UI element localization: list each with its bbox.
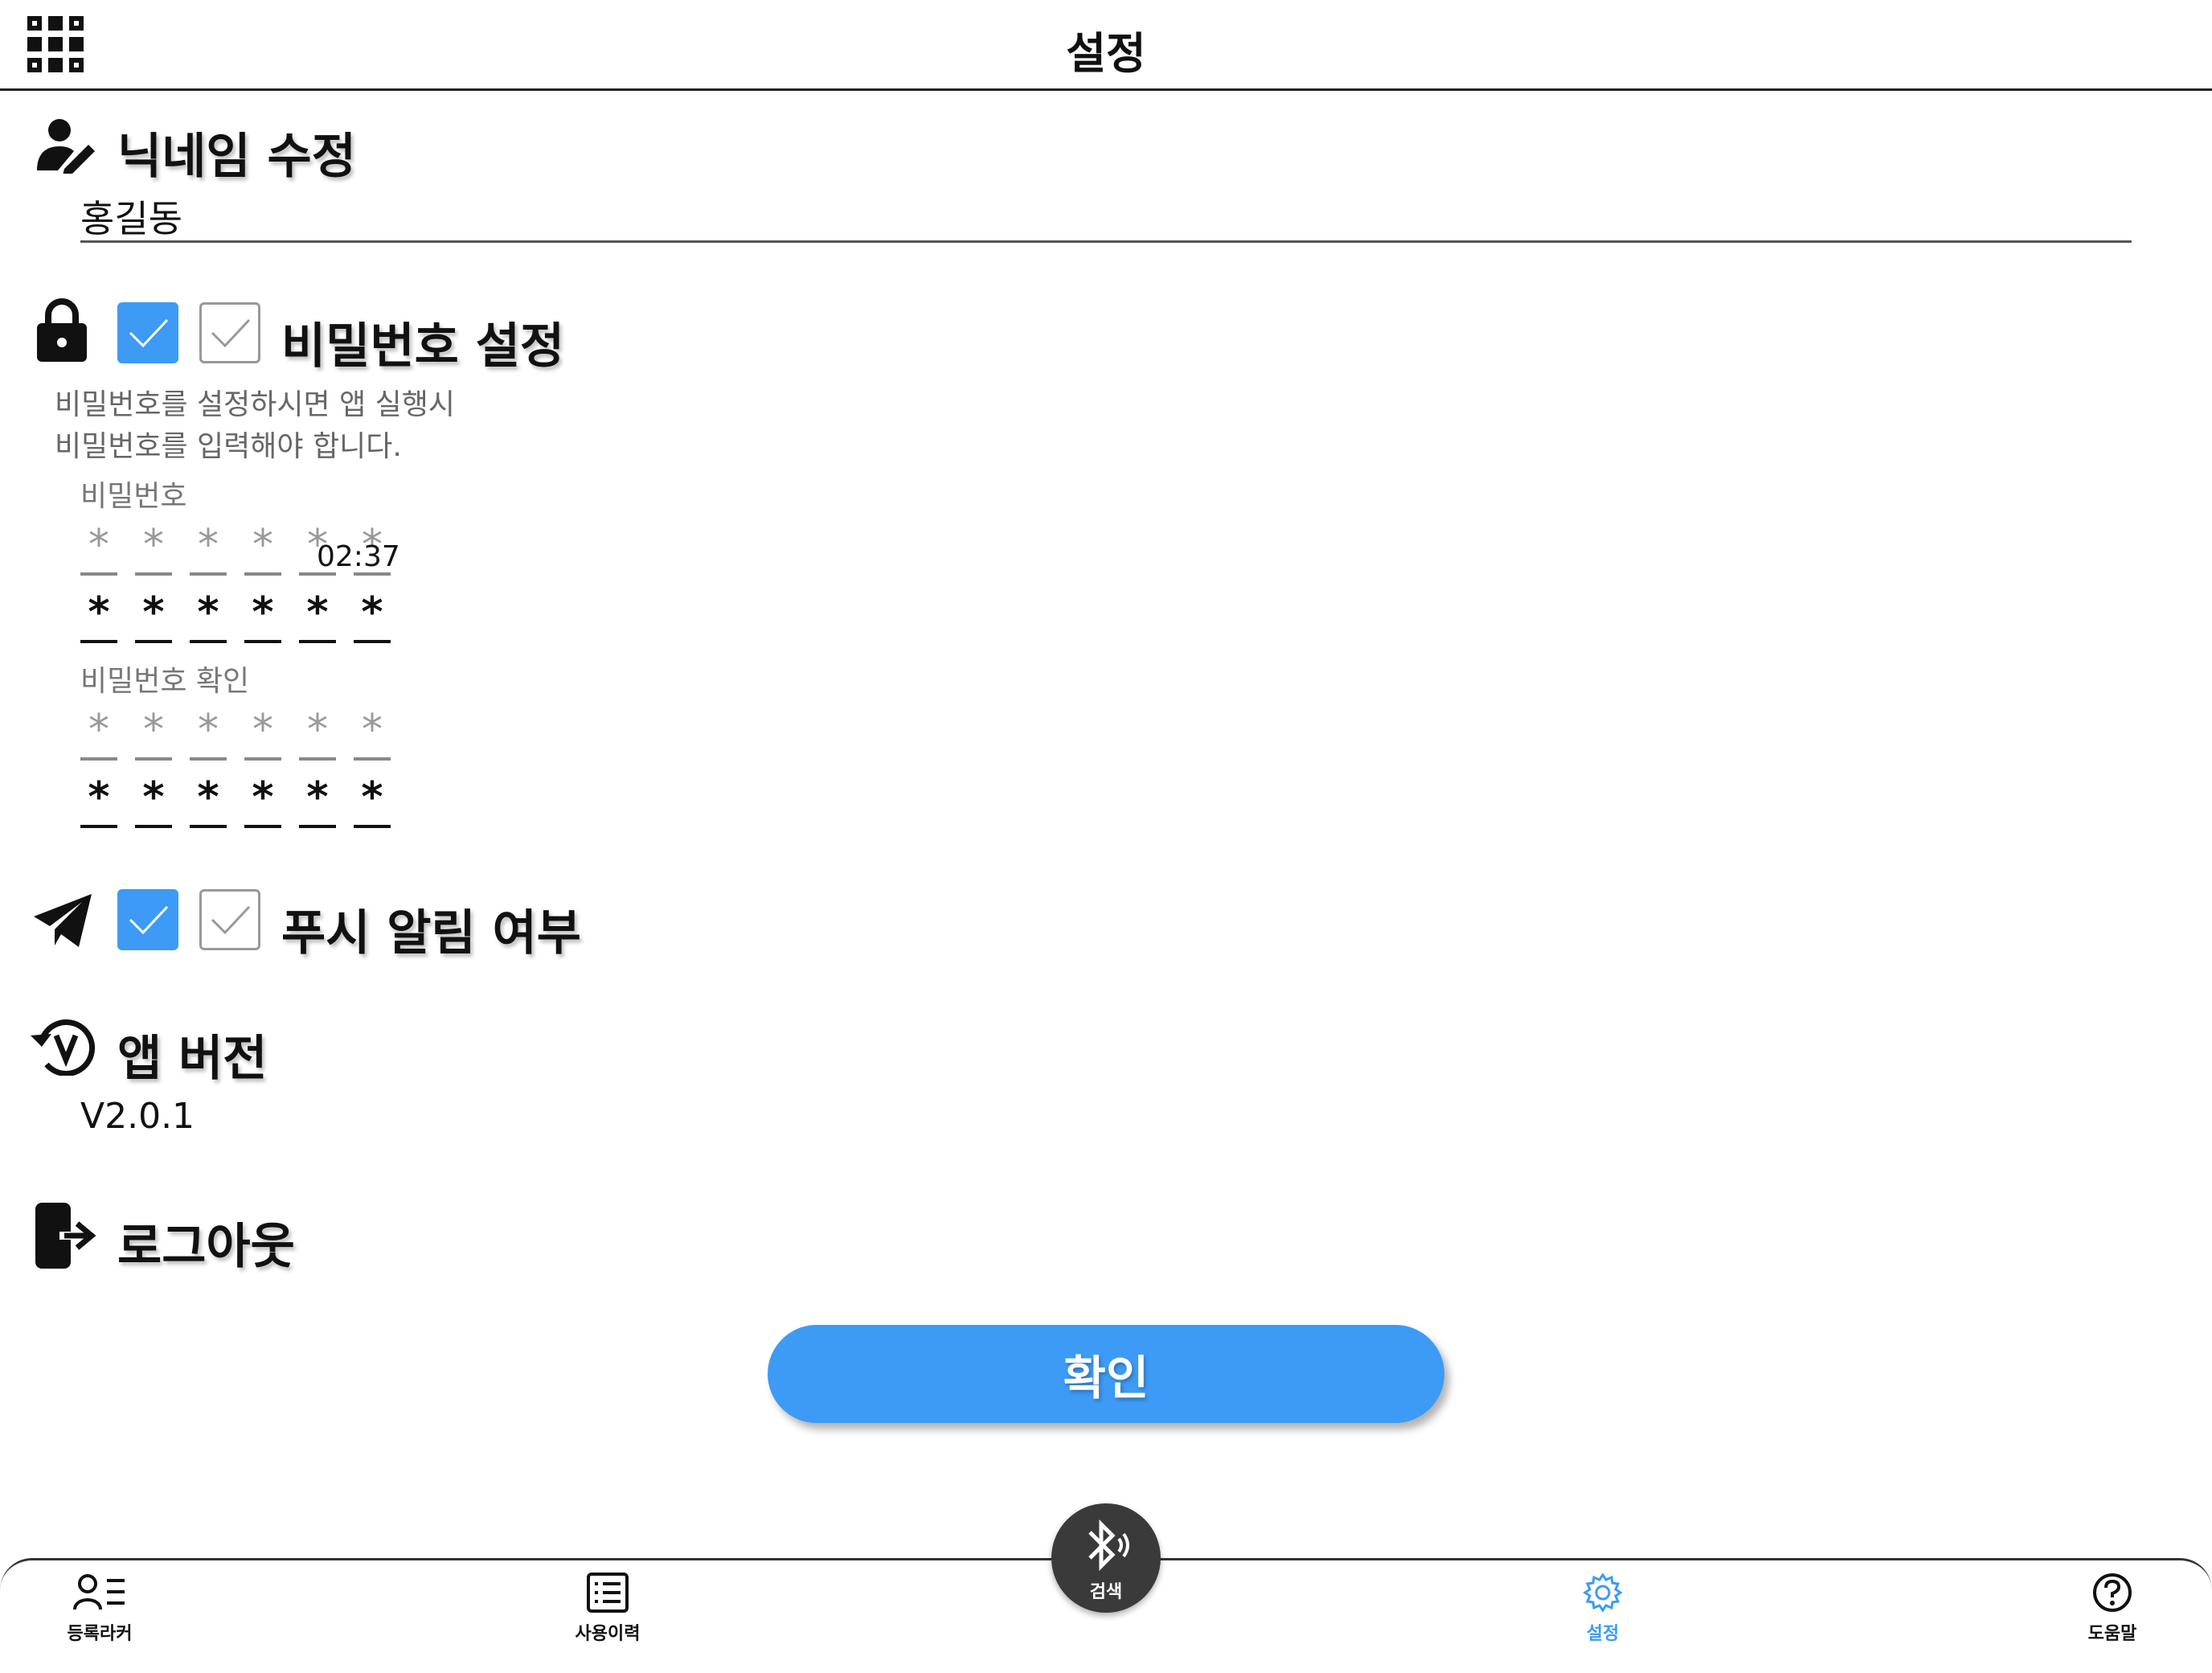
password-confirm-digit[interactable]: * <box>80 707 117 752</box>
digit-underline <box>80 757 117 761</box>
digit-underline <box>354 757 391 761</box>
check-icon <box>211 318 251 348</box>
digit-underline <box>80 640 117 643</box>
digit-underline <box>244 640 281 643</box>
digit-underline <box>190 825 227 828</box>
app-version-value: V2.0.1 <box>80 1096 195 1137</box>
digit-underline <box>135 640 172 643</box>
digit-underline <box>299 640 336 643</box>
password-confirm-digit[interactable]: * <box>190 775 227 820</box>
password-digit[interactable]: * <box>354 590 391 635</box>
page-title: 설정 <box>1066 28 1146 79</box>
password-digit[interactable]: * <box>80 590 117 635</box>
nav-label: 도움말 <box>2087 1624 2137 1644</box>
user-list-icon <box>73 1574 125 1610</box>
password-digit[interactable]: * <box>299 590 336 635</box>
password-confirm-digit[interactable]: * <box>135 707 172 752</box>
help-circle-icon <box>2093 1573 2132 1612</box>
digit-underline <box>190 640 227 643</box>
nav-label: 등록라커 <box>67 1624 133 1644</box>
confirm-button-label: 확인 <box>1063 1351 1149 1405</box>
password-confirm-digit[interactable]: * <box>354 775 391 820</box>
password-confirm-digit[interactable]: * <box>299 707 336 752</box>
bluetooth-icon <box>1088 1519 1129 1572</box>
nav-label: 사용이력 <box>575 1624 641 1644</box>
digit-underline <box>190 572 227 576</box>
confirm-button[interactable]: 확인 <box>768 1325 1444 1423</box>
check-icon <box>211 905 251 935</box>
password-description-line1: 비밀번호를 설정하시면 앱 실행시 <box>55 388 456 421</box>
nickname-underline <box>80 240 2132 243</box>
password-confirm-label: 비밀번호 확인 <box>80 665 250 698</box>
digit-underline <box>135 825 172 828</box>
password-digit[interactable]: * <box>190 523 227 568</box>
nav-item-settings[interactable]: 설정 <box>1522 1573 1683 1645</box>
gear-icon <box>1583 1573 1623 1613</box>
password-section-title: 비밀번호 설정 <box>281 318 565 375</box>
paper-plane-icon <box>34 894 92 947</box>
password-digit[interactable]: * <box>190 590 227 635</box>
digit-underline <box>135 757 172 761</box>
push-checkbox-unchecked[interactable] <box>199 889 260 950</box>
password-digit[interactable]: * <box>80 523 117 568</box>
nickname-section-title: 닉네임 수정 <box>117 129 356 185</box>
digit-underline <box>244 825 281 828</box>
push-checkbox-checked[interactable] <box>117 889 178 950</box>
password-confirm-digit[interactable]: * <box>135 775 172 820</box>
digit-underline <box>244 572 281 576</box>
password-digit[interactable]: * <box>135 590 172 635</box>
push-section-title: 푸시 알림 여부 <box>281 905 581 962</box>
digit-underline <box>354 640 391 643</box>
password-digit[interactable]: * <box>135 523 172 568</box>
digit-underline <box>135 572 172 576</box>
nickname-input[interactable]: 홍길동 <box>80 190 182 243</box>
password-confirm-digit[interactable]: * <box>80 775 117 820</box>
password-digit[interactable]: * <box>244 523 281 568</box>
version-history-icon <box>31 1019 95 1076</box>
digit-underline <box>190 757 227 761</box>
nav-item-help[interactable]: 도움말 <box>2032 1573 2193 1645</box>
password-confirm-digit[interactable]: * <box>244 775 281 820</box>
logout-button[interactable]: 로그아웃 <box>117 1208 295 1277</box>
logout-icon[interactable] <box>35 1203 96 1269</box>
password-confirm-digit[interactable]: * <box>354 707 391 752</box>
password-checkbox-unchecked[interactable] <box>199 302 260 363</box>
nav-label: 설정 <box>1586 1624 1620 1644</box>
check-icon <box>129 905 169 935</box>
password-description-line2: 비밀번호를 입력해야 합니다. <box>55 430 402 463</box>
password-confirm-digit[interactable]: * <box>299 775 336 820</box>
password-checkbox-checked[interactable] <box>117 302 178 363</box>
list-icon <box>587 1573 629 1613</box>
password-confirm-digit[interactable]: * <box>244 707 281 752</box>
digit-underline <box>299 825 336 828</box>
nav-item-usage-history[interactable]: 사용이력 <box>527 1573 688 1645</box>
user-edit-icon <box>37 119 95 174</box>
check-icon <box>129 318 169 348</box>
password-digit[interactable]: * <box>244 590 281 635</box>
bluetooth-search-fab[interactable]: 검색 <box>1051 1503 1161 1613</box>
digit-underline <box>244 757 281 761</box>
password-confirm-digit[interactable]: * <box>190 707 227 752</box>
countdown-timer: 02:37 <box>317 540 400 573</box>
digit-underline <box>354 825 391 828</box>
nav-item-registered-lockers[interactable]: 등록라커 <box>19 1573 180 1645</box>
fab-label: 검색 <box>1089 1582 1123 1602</box>
version-section-title: 앱 버전 <box>117 1031 268 1087</box>
lock-icon <box>37 298 87 362</box>
digit-underline <box>80 572 117 576</box>
password-label: 비밀번호 <box>80 480 187 513</box>
digit-underline <box>299 757 336 761</box>
digit-underline <box>80 825 117 828</box>
